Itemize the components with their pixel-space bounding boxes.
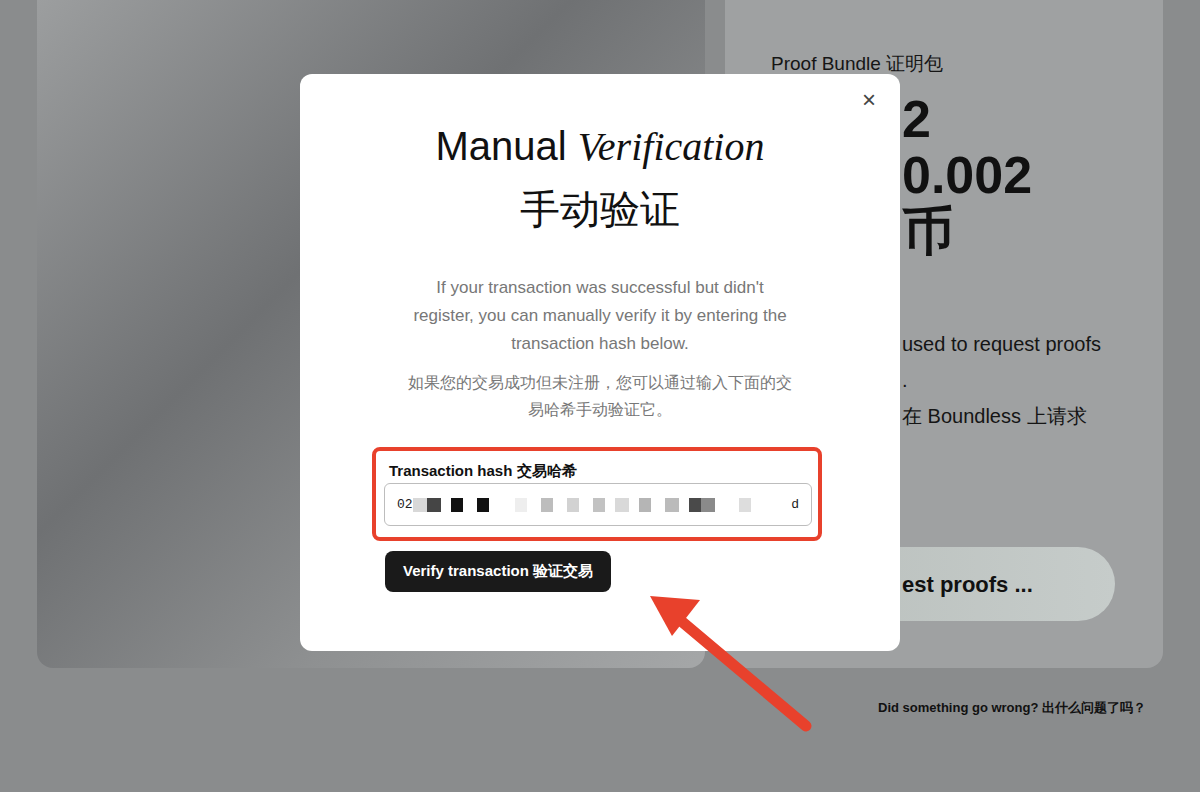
description-line: 易哈希手动验证它。 (528, 396, 672, 423)
redaction-block (715, 498, 739, 512)
dialog-description: If your transaction was successful but d… (300, 274, 900, 358)
verify-transaction-button[interactable]: Verify transaction 验证交易 (385, 551, 611, 592)
redaction-block (477, 498, 489, 512)
hash-start: 02 (397, 495, 413, 515)
redaction-block (689, 498, 701, 512)
redaction-block (441, 498, 451, 512)
manual-verification-dialog: ×Manual Verification手动验证If your transact… (300, 74, 900, 651)
field-label: Transaction hash 交易哈希 (384, 461, 812, 481)
annotation-arrow-icon (0, 0, 1200, 792)
dialog-title: Manual Verification (300, 74, 900, 171)
help-row: Did something go wrong? 出什么问题了吗？ (0, 698, 1200, 718)
redaction-block (567, 498, 579, 512)
redaction-block (413, 498, 427, 512)
description-line: transaction hash below. (511, 330, 689, 358)
transaction-hash-field: Transaction hash 交易哈希 02 d (372, 447, 822, 541)
redaction-block (679, 498, 689, 512)
title-plain: Manual (436, 124, 567, 168)
title-italic: Verification (578, 124, 765, 169)
redaction-block (579, 498, 593, 512)
redaction-blocks (413, 498, 792, 512)
redaction-block (541, 498, 553, 512)
redaction-block (665, 498, 679, 512)
redaction-block (463, 498, 477, 512)
description-line: used to request proofs (902, 326, 1163, 362)
transaction-hash-input[interactable]: 02 d (384, 483, 812, 526)
redaction-block (553, 498, 567, 512)
redaction-block (739, 498, 751, 512)
hash-end: d (791, 495, 799, 515)
description-line: If your transaction was successful but d… (436, 274, 763, 302)
close-button[interactable]: × (858, 88, 880, 112)
redaction-block (489, 498, 515, 512)
description-line: register, you can manually verify it by … (413, 302, 786, 330)
amount-line: 币 (902, 203, 1163, 259)
help-link[interactable]: Did something go wrong? 出什么问题了吗？ (878, 698, 1146, 718)
description-line: . (902, 362, 1163, 398)
redaction-block (515, 498, 527, 512)
description-line: 如果您的交易成功但未注册，您可以通过输入下面的交 (408, 369, 792, 396)
description-line: 在 Boundless 上请求 (902, 398, 1163, 434)
redaction-block (527, 498, 541, 512)
page: Proof Bundle 证明包 20.002币 used to request p… (0, 0, 1200, 792)
amount-line: 2 (902, 91, 1163, 147)
redaction-block (593, 498, 605, 512)
dialog-title-zh: 手动验证 (300, 185, 900, 233)
amount-line: 0.002 (902, 147, 1163, 203)
redaction-block (615, 498, 629, 512)
dialog-description-zh: 如果您的交易成功但未注册，您可以通过输入下面的交易哈希手动验证它。 (300, 369, 900, 423)
redaction-block (639, 498, 651, 512)
redaction-block (451, 498, 463, 512)
field-area: Transaction hash 交易哈希 02 d Verify transacti… (300, 447, 900, 592)
redaction-block (605, 498, 615, 512)
redaction-block (427, 498, 441, 512)
redaction-block (629, 498, 639, 512)
proof-card-title: Proof Bundle 证明包 (725, 52, 1163, 76)
redaction-block (701, 498, 715, 512)
redaction-block (651, 498, 665, 512)
